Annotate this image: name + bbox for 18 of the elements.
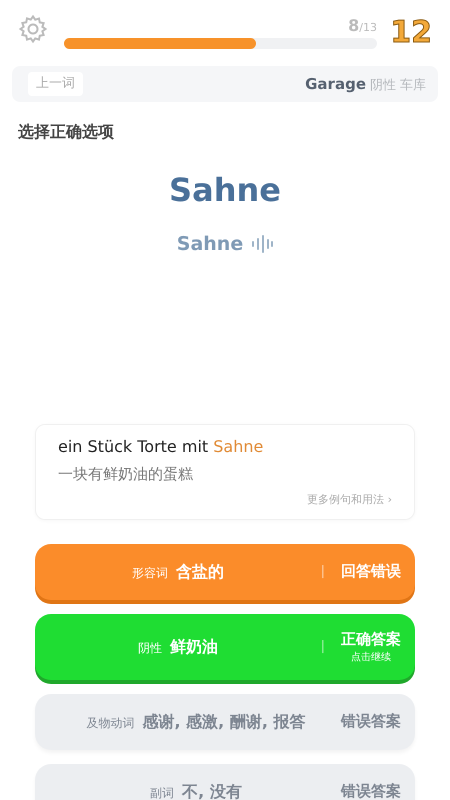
more-examples-link[interactable]: 更多例句和用法 › — [307, 492, 392, 508]
answer-option-button[interactable]: 副词 不, 没有 错误答案 — [35, 764, 415, 800]
progress-count: 8/13 — [348, 15, 377, 37]
previous-word-meaning: 车库 — [400, 76, 426, 95]
sound-wave-icon[interactable] — [251, 235, 274, 254]
pronunciation-word[interactable]: Sahne — [176, 230, 244, 258]
example-translation: 一块有鲜奶油的蛋糕 — [58, 464, 194, 484]
example-sentence: ein Stück Torte mit Sahne — [58, 436, 264, 458]
answer-option-button[interactable]: 形容词 含盐的 | 回答错误 — [35, 544, 415, 600]
score: 12 — [390, 18, 432, 48]
previous-word-gender: 阴性 — [370, 76, 396, 95]
previous-word-button[interactable]: 上一词 — [28, 72, 83, 96]
previous-word: Garage — [305, 74, 366, 95]
answer-option-button[interactable]: 及物动词 感谢, 感激, 酬谢, 报答 错误答案 — [35, 694, 415, 750]
answer-option-button[interactable]: 阴性 鲜奶油 | 正确答案 点击继续 — [35, 614, 415, 680]
quiz-word: Sahne — [168, 170, 282, 211]
instruction: 选择正确选项 — [18, 121, 115, 143]
settings-icon[interactable] — [18, 14, 48, 44]
